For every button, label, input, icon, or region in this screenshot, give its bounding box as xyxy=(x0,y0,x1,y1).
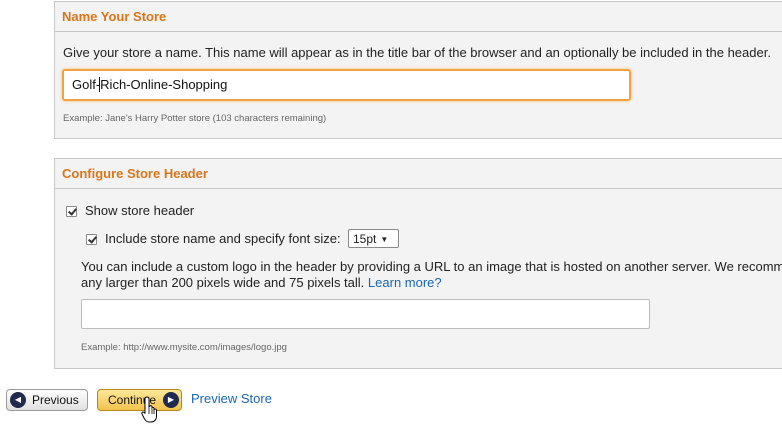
hand-pointer-cursor-icon xyxy=(141,396,157,423)
configure-store-header-heading: Configure Store Header xyxy=(55,159,782,189)
store-name-input[interactable]: Golf-Rich-Online-Shopping xyxy=(62,69,631,101)
show-header-label: Show store header xyxy=(85,203,195,218)
dropdown-arrow-icon: ▼ xyxy=(380,235,389,244)
right-arrow-circle-icon: ▶ xyxy=(163,392,179,408)
logo-description-line2: any larger than 200 pixels wide and 75 p… xyxy=(81,275,442,290)
logo-url-input[interactable] xyxy=(81,299,650,329)
preview-store-link[interactable]: Preview Store xyxy=(191,391,272,406)
font-size-select[interactable]: 15pt ▼ xyxy=(348,229,399,248)
store-name-description: Give your store a name. This name will a… xyxy=(63,45,771,60)
previous-button[interactable]: ◀ Previous xyxy=(6,389,88,411)
continue-button[interactable]: Continue ▶ xyxy=(97,389,182,411)
name-your-store-section: Name Your Store Give your store a name. … xyxy=(54,1,782,139)
configure-store-header-section: Configure Store Header Show store header… xyxy=(54,158,782,369)
include-store-name-checkbox[interactable] xyxy=(86,234,97,245)
store-name-example: Example: Jane's Harry Potter store (103 … xyxy=(63,113,327,124)
name-your-store-heading: Name Your Store xyxy=(55,2,782,32)
logo-size-text: any larger than 200 pixels wide and 75 p… xyxy=(81,275,365,290)
logo-url-example: Example: http://www.mysite.com/images/lo… xyxy=(81,342,287,353)
left-arrow-circle-icon: ◀ xyxy=(10,392,26,408)
font-size-value: 15pt xyxy=(353,232,377,246)
include-store-name-label: Include store name and specify font size… xyxy=(105,231,341,246)
learn-more-link[interactable]: Learn more? xyxy=(368,275,442,290)
logo-description-line1: You can include a custom logo in the hea… xyxy=(81,259,782,274)
store-name-value-part2: Rich-Online-Shopping xyxy=(100,77,228,92)
show-header-checkbox[interactable] xyxy=(66,206,77,217)
store-name-value-part1: Golf- xyxy=(72,77,101,92)
previous-label: Previous xyxy=(32,393,79,407)
